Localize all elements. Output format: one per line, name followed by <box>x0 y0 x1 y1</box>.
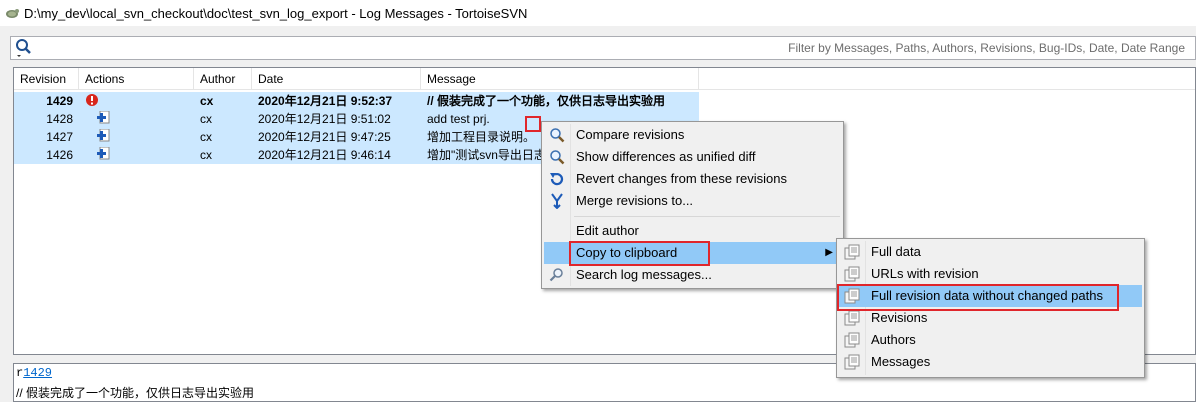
submenu-item-urls-with-revision[interactable]: URLs with revision <box>839 263 1142 285</box>
log-list-header: Revision Actions Author Date Message <box>14 68 1195 90</box>
revision-link[interactable]: 1429 <box>23 366 52 380</box>
column-header-date[interactable]: Date <box>252 68 421 90</box>
actions-cell <box>79 128 194 146</box>
submenu-item-authors[interactable]: Authors <box>839 329 1142 351</box>
menu-item-label: Full data <box>871 244 921 259</box>
date-cell: 2020年12月21日 9:52:37 <box>258 94 393 108</box>
table-row[interactable]: 1429 cx 2020年12月21日 9:52:37 // 假装完成了一个功能… <box>14 92 699 110</box>
search-icon <box>549 268 563 282</box>
message-text: // 假装完成了一个功能，仅供日志导出实验用 <box>16 386 255 400</box>
title-bar: D:\my_dev\local_svn_checkout\doc\test_sv… <box>0 0 1196 26</box>
author-cell: cx <box>200 148 212 162</box>
menu-item-unified-diff[interactable]: Show differences as unified diff <box>544 146 841 168</box>
author-cell: cx <box>200 112 212 126</box>
revision-reference: r1429 <box>16 366 52 380</box>
submenu-item-messages[interactable]: Messages <box>839 351 1142 373</box>
magnifier-icon <box>550 150 565 165</box>
menu-item-label: Authors <box>871 332 916 347</box>
menu-item-copy-to-clipboard[interactable]: Copy to clipboard ▶ <box>544 242 841 264</box>
search-icon[interactable] <box>13 37 35 59</box>
menu-item-label: Search log messages... <box>576 267 712 282</box>
error-icon <box>86 94 98 106</box>
merge-icon <box>551 193 563 209</box>
revision-cell: 1427 <box>46 130 73 144</box>
document-icon <box>844 354 860 370</box>
menu-item-label: Edit author <box>576 223 639 238</box>
menu-item-label: Merge revisions to... <box>576 193 694 208</box>
actions-cell <box>79 146 194 164</box>
menu-item-label: Revisions <box>871 310 928 325</box>
menu-item-compare-revisions[interactable]: Compare revisions <box>544 124 841 146</box>
menu-item-label: Messages <box>871 354 931 369</box>
document-icon <box>844 310 860 326</box>
submenu-item-full-data[interactable]: Full data <box>839 241 1142 263</box>
filter-bar <box>10 36 1196 60</box>
menu-item-edit-author[interactable]: Edit author <box>544 220 841 242</box>
column-header-author[interactable]: Author <box>194 68 252 90</box>
context-menu: Compare revisions Show differences as un… <box>541 121 844 289</box>
date-cell: 2020年12月21日 9:47:25 <box>258 130 391 144</box>
menu-item-revert-changes[interactable]: Revert changes from these revisions <box>544 168 841 190</box>
actions-cell <box>79 110 194 128</box>
column-header-message[interactable]: Message <box>421 68 699 90</box>
submenu-item-revisions[interactable]: Revisions <box>839 307 1142 329</box>
menu-item-label: Compare revisions <box>576 127 685 142</box>
revert-icon <box>550 172 564 186</box>
actions-cell <box>79 92 194 110</box>
revision-cell: 1429 <box>46 94 73 108</box>
menu-item-merge-revisions[interactable]: Merge revisions to... <box>544 190 841 212</box>
window-title: D:\my_dev\local_svn_checkout\doc\test_sv… <box>24 5 528 21</box>
filter-input[interactable] <box>35 41 1195 55</box>
clipboard-submenu: Full data URLs with revision Full revisi… <box>836 238 1145 378</box>
menu-item-label: Revert changes from these revisions <box>576 171 787 186</box>
date-cell: 2020年12月21日 9:46:14 <box>258 148 391 162</box>
date-cell: 2020年12月21日 9:51:02 <box>258 112 391 126</box>
message-cell: // 假装完成了一个功能，仅供日志导出实验用 <box>427 94 666 108</box>
add-icon <box>97 147 110 160</box>
add-icon <box>97 129 110 142</box>
column-header-revision[interactable]: Revision <box>14 68 79 90</box>
revision-cell: 1428 <box>46 112 73 126</box>
document-icon <box>844 244 860 260</box>
menu-item-label: Full revision data without changed paths <box>871 288 1103 303</box>
document-icon <box>844 266 860 282</box>
submenu-item-full-revision-data[interactable]: Full revision data without changed paths <box>839 285 1142 307</box>
chevron-right-icon: ▶ <box>825 247 833 258</box>
menu-item-label: URLs with revision <box>871 266 979 281</box>
column-header-actions[interactable]: Actions <box>79 68 194 90</box>
document-icon <box>844 288 860 304</box>
menu-separator <box>574 216 840 217</box>
menu-item-label: Show differences as unified diff <box>576 149 756 164</box>
tortoisesvn-app-icon <box>6 9 19 18</box>
add-icon <box>97 111 110 124</box>
magnifier-icon <box>550 128 565 143</box>
document-icon <box>844 332 860 348</box>
author-cell: cx <box>200 94 214 108</box>
menu-item-search-log[interactable]: Search log messages... <box>544 264 841 286</box>
menu-item-label: Copy to clipboard <box>576 245 678 260</box>
revision-cell: 1426 <box>46 148 73 162</box>
author-cell: cx <box>200 130 212 144</box>
